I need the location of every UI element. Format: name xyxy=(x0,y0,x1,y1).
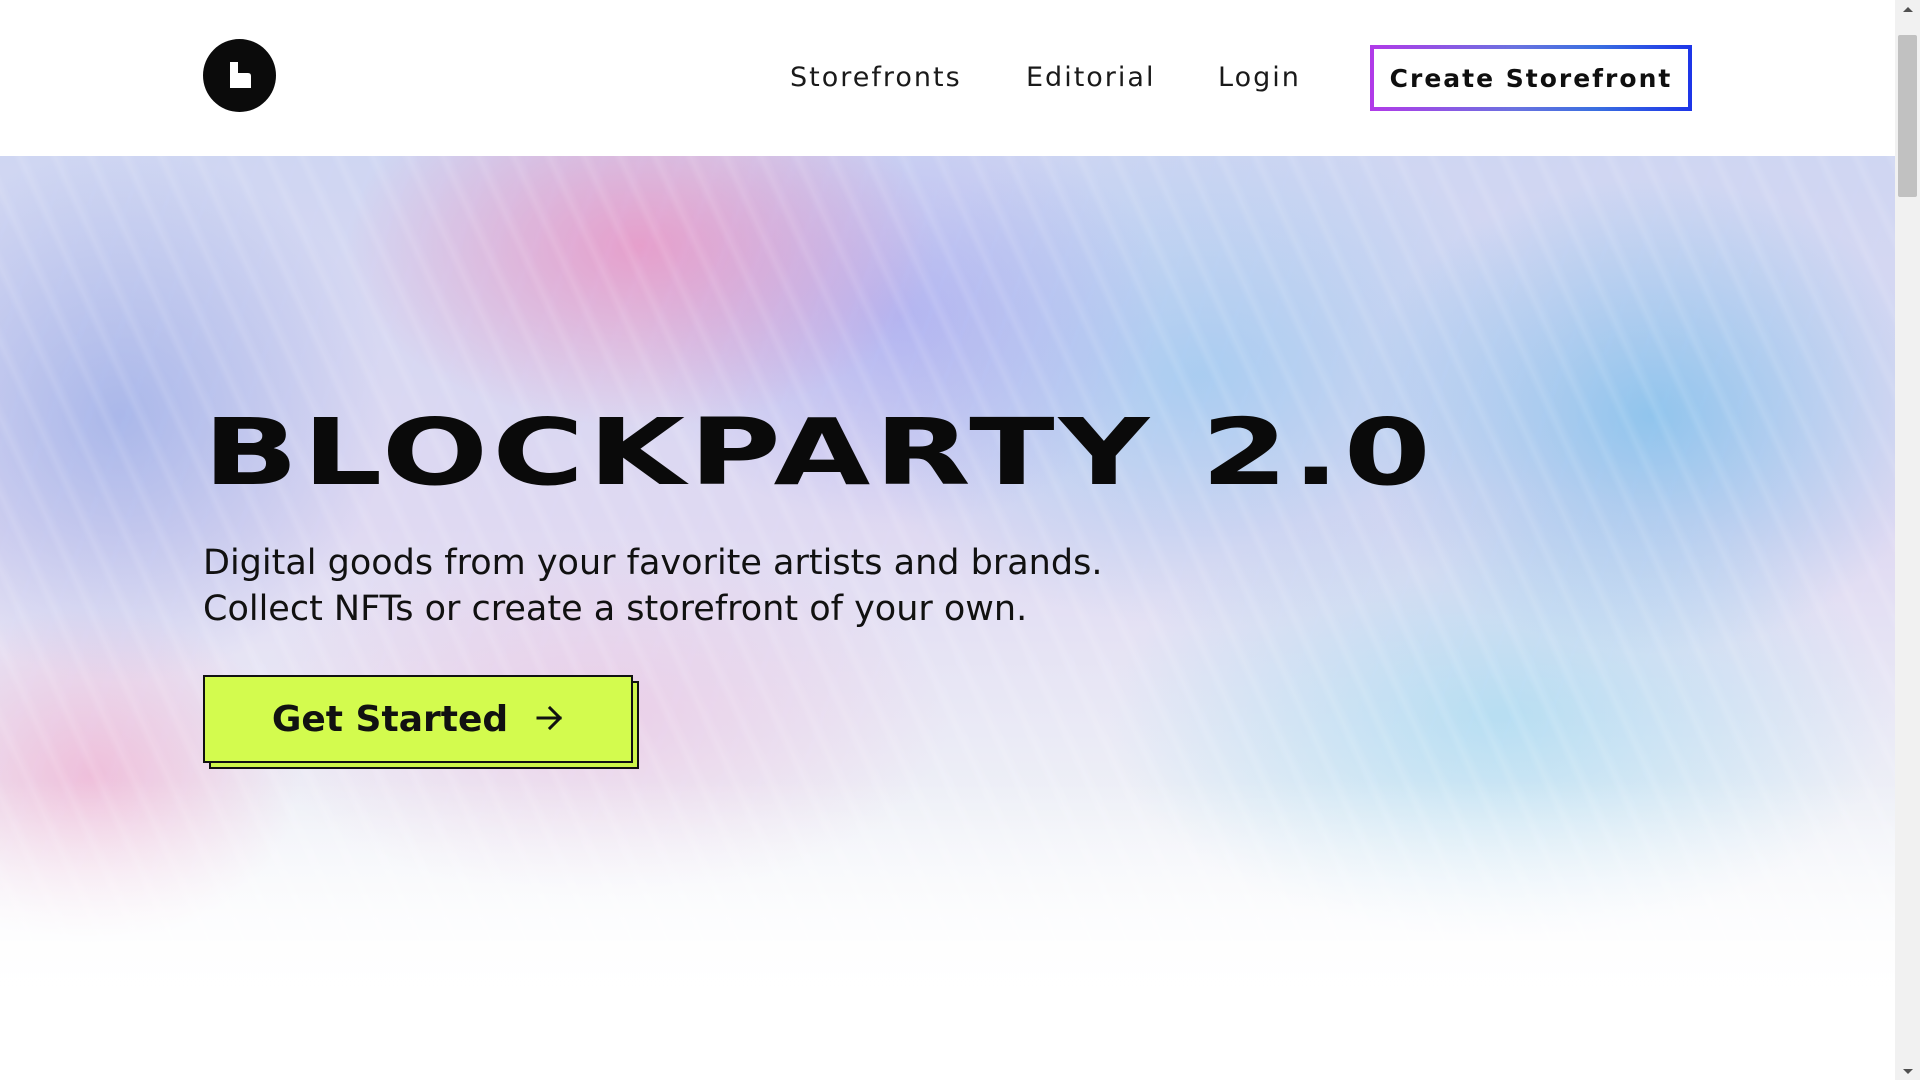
hero-background-fade xyxy=(0,780,1895,1080)
site-header: Storefronts Editorial Login Create Store… xyxy=(0,0,1895,156)
nav-storefronts-link[interactable]: Storefronts xyxy=(790,60,962,96)
nav-editorial-link[interactable]: Editorial xyxy=(1026,60,1155,96)
hero-subtitle-line-2: Collect NFTs or create a storefront of y… xyxy=(203,589,1028,629)
get-started-button-wrapper: Get Started xyxy=(203,675,639,769)
vertical-scrollbar[interactable] xyxy=(1895,0,1920,1080)
create-storefront-button[interactable]: Create Storefront xyxy=(1370,45,1692,111)
hero-section: BLOCKPARTY 2.0 Digital goods from your f… xyxy=(0,156,1895,1080)
nav-login-link[interactable]: Login xyxy=(1218,60,1301,96)
arrow-right-icon xyxy=(536,699,564,740)
page: BLOCKPARTY 2.0 Digital goods from your f… xyxy=(0,0,1895,1080)
scrollbar-thumb[interactable] xyxy=(1898,35,1917,197)
get-started-button[interactable]: Get Started xyxy=(203,675,633,763)
create-storefront-label: Create Storefront xyxy=(1374,49,1688,107)
hero-subtitle: Digital goods from your favorite artists… xyxy=(203,540,1102,632)
hero-subtitle-line-1: Digital goods from your favorite artists… xyxy=(203,543,1103,583)
get-started-label: Get Started xyxy=(271,698,509,740)
scroll-down-arrow-icon[interactable] xyxy=(1895,1063,1920,1080)
scroll-up-arrow-icon[interactable] xyxy=(1895,0,1920,17)
hero-title: BLOCKPARTY 2.0 xyxy=(203,399,1435,506)
